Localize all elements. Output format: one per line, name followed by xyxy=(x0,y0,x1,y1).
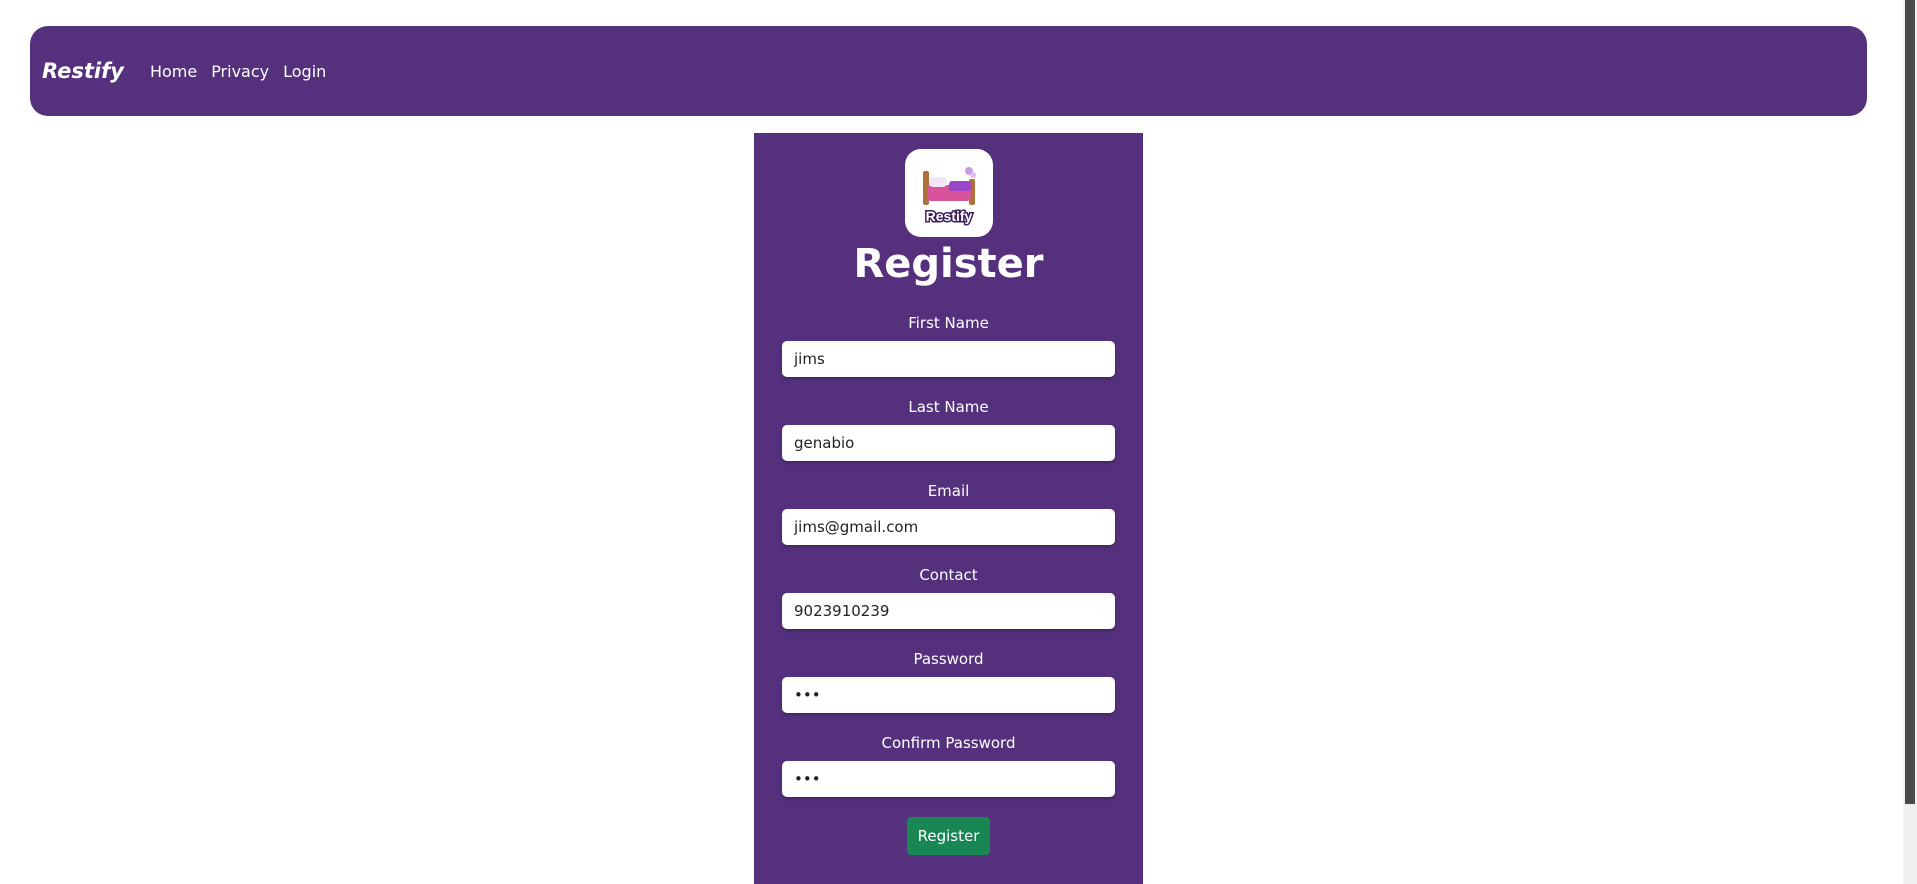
nav-link-home[interactable]: Home xyxy=(150,62,197,81)
register-form: First Name Last Name Email Contact Passw… xyxy=(782,313,1115,855)
register-card: Restify Register First Name Last Name Em… xyxy=(754,133,1143,884)
first-name-label: First Name xyxy=(908,314,989,332)
password-field[interactable] xyxy=(782,677,1115,713)
nav-link-privacy[interactable]: Privacy xyxy=(211,62,269,81)
restify-logo: Restify xyxy=(904,149,993,237)
navbar: Restify Home Privacy Login xyxy=(30,26,1867,116)
brand-link[interactable]: Restify xyxy=(42,59,124,83)
nav-link-login[interactable]: Login xyxy=(283,62,326,81)
confirm-password-label: Confirm Password xyxy=(881,734,1016,752)
page-title: Register xyxy=(853,241,1044,287)
bed-icon: Restify xyxy=(922,167,976,226)
first-name-field[interactable] xyxy=(782,341,1115,377)
email-field[interactable] xyxy=(782,509,1115,545)
contact-label: Contact xyxy=(919,566,978,584)
contact-field[interactable] xyxy=(782,593,1115,629)
password-label: Password xyxy=(913,650,984,668)
email-label: Email xyxy=(927,482,970,500)
submit-wrapper: Register xyxy=(782,817,1115,855)
page-scrollbar[interactable] xyxy=(1903,0,1917,884)
last-name-field[interactable] xyxy=(782,425,1115,461)
confirm-password-field[interactable] xyxy=(782,761,1115,797)
last-name-label: Last Name xyxy=(908,398,989,416)
logo-text: Restify xyxy=(925,208,972,224)
register-button[interactable]: Register xyxy=(907,817,990,855)
scrollbar-thumb[interactable] xyxy=(1905,0,1915,804)
